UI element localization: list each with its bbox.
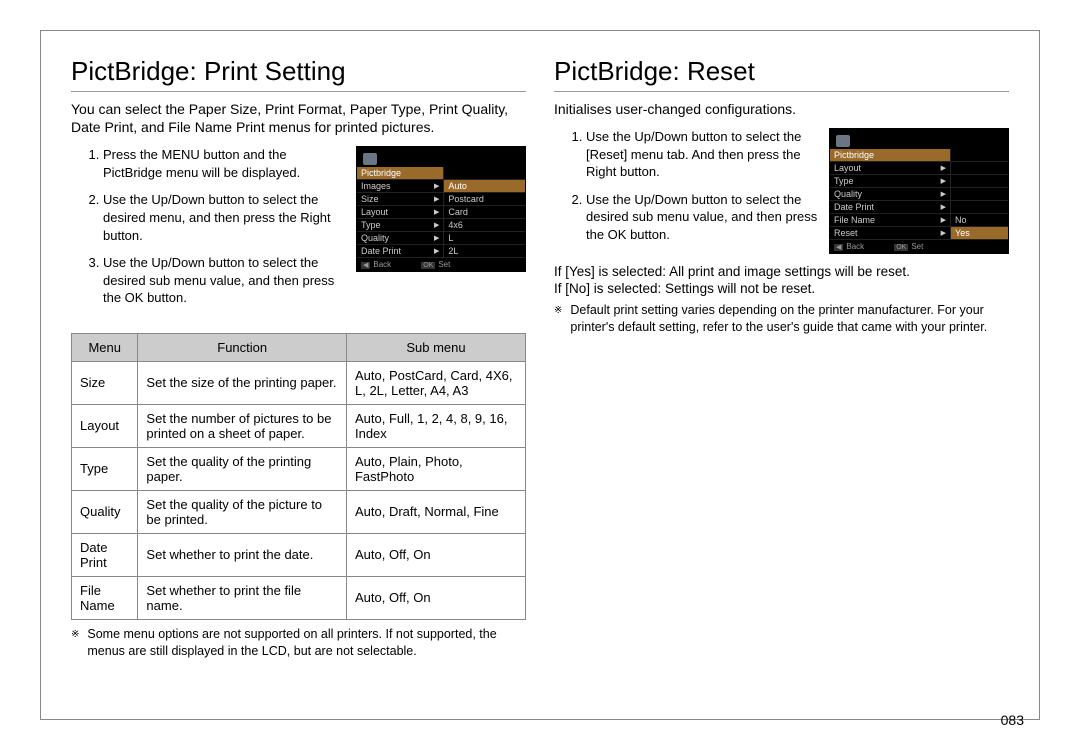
page-frame: PictBridge: Print Setting You can select… [40,30,1040,720]
left-title: PictBridge: Print Setting [71,56,526,92]
table-row: TypeSet the quality of the printing pape… [72,447,526,490]
cell-function: Set the number of pictures to be printed… [138,404,347,447]
table-row: LayoutSet the number of pictures to be p… [72,404,526,447]
cell-submenu: Auto, PostCard, Card, 4X6, L, 2L, Letter… [346,361,525,404]
left-camera-screenshot: PictbridgeImages▶AutoSize▶PostcardLayout… [356,146,526,272]
table-row: SizeSet the size of the printing paper.A… [72,361,526,404]
scr-menu-row: Images▶Auto [357,180,525,193]
print-settings-table: Menu Function Sub menu SizeSet the size … [71,333,526,620]
right-title: PictBridge: Reset [554,56,1009,92]
scr-menu-row: Reset▶Yes [830,227,1008,240]
cell-function: Set whether to print the file name. [138,576,347,619]
right-camera-screenshot: PictbridgeLayout▶Type▶Quality▶Date Print… [829,128,1009,254]
pictbridge-icon [836,135,850,147]
pictbridge-icon [363,153,377,165]
scr-menu-row: Date Print▶ [830,201,1008,214]
step-item: Use the Up/Down button to select the [Re… [586,128,819,181]
cell-submenu: Auto, Plain, Photo, FastPhoto [346,447,525,490]
table-row: QualitySet the quality of the picture to… [72,490,526,533]
step-item: Use the Up/Down button to select the des… [103,254,346,307]
cell-function: Set the size of the printing paper. [138,361,347,404]
result-yes: If [Yes] is selected: All print and imag… [554,264,1009,279]
scr-menu-row: Type▶4x6 [357,219,525,232]
left-column: PictBridge: Print Setting You can select… [71,56,526,709]
step-item: Use the Up/Down button to select the des… [586,191,819,244]
th-submenu: Sub menu [346,333,525,361]
cell-menu: Date Print [72,533,138,576]
cell-menu: Quality [72,490,138,533]
cell-menu: Layout [72,404,138,447]
screenshot-footer: ◀Back OKSet [830,240,1008,253]
right-intro: Initialises user-changed configurations. [554,100,1009,118]
left-intro: You can select the Paper Size, Print For… [71,100,526,136]
right-column: PictBridge: Reset Initialises user-chang… [554,56,1009,709]
scr-menu-row: Quality▶ [830,188,1008,201]
result-no: If [No] is selected: Settings will not b… [554,281,1009,296]
table-row: File NameSet whether to print the file n… [72,576,526,619]
scr-title-cell: Pictbridge [357,167,444,179]
scr-menu-row: Size▶Postcard [357,193,525,206]
left-steps-block: Press the MENU button and the PictBridge… [71,146,526,316]
right-note: ※ Default print setting varies depending… [554,302,1009,336]
right-steps: Use the Up/Down button to select the [Re… [554,128,819,253]
cell-submenu: Auto, Off, On [346,576,525,619]
th-menu: Menu [72,333,138,361]
table-row: Date PrintSet whether to print the date.… [72,533,526,576]
scr-menu-row: Quality▶L [357,232,525,245]
scr-menu-row: Layout▶Card [357,206,525,219]
cell-menu: File Name [72,576,138,619]
scr-menu-row: Layout▶ [830,162,1008,175]
page-number: 083 [1001,712,1024,728]
left-note: ※ Some menu options are not supported on… [71,626,526,660]
cell-function: Set the quality of the picture to be pri… [138,490,347,533]
cell-submenu: Auto, Draft, Normal, Fine [346,490,525,533]
cell-function: Set whether to print the date. [138,533,347,576]
scr-menu-row: File Name▶No [830,214,1008,227]
scr-menu-row: Type▶ [830,175,1008,188]
step-item: Use the Up/Down button to select the des… [103,191,346,244]
step-item: Press the MENU button and the PictBridge… [103,146,346,181]
right-steps-block: Use the Up/Down button to select the [Re… [554,128,1009,254]
cell-menu: Size [72,361,138,404]
left-steps: Press the MENU button and the PictBridge… [71,146,346,316]
cell-submenu: Auto, Off, On [346,533,525,576]
th-function: Function [138,333,347,361]
cell-function: Set the quality of the printing paper. [138,447,347,490]
screenshot-footer: ◀Back OKSet [357,258,525,271]
scr-title-cell: Pictbridge [830,149,951,161]
scr-menu-row: Date Print▶2L [357,245,525,258]
cell-submenu: Auto, Full, 1, 2, 4, 8, 9, 16, Index [346,404,525,447]
cell-menu: Type [72,447,138,490]
